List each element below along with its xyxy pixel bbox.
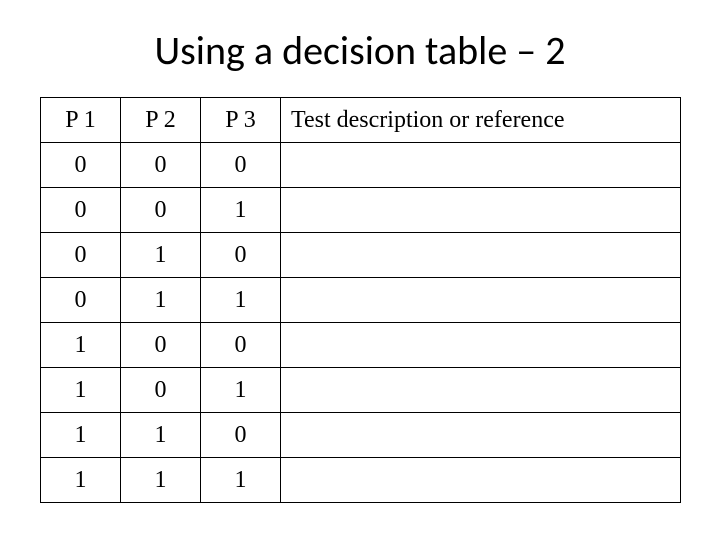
cell-p2: 0 bbox=[121, 188, 201, 233]
col-header-p3: P 3 bbox=[201, 98, 281, 143]
cell-p1: 0 bbox=[41, 188, 121, 233]
cell-p2: 1 bbox=[121, 413, 201, 458]
col-header-desc: Test description or reference bbox=[281, 98, 681, 143]
cell-p2: 0 bbox=[121, 323, 201, 368]
table-row: 1 0 0 bbox=[41, 323, 681, 368]
cell-p1: 1 bbox=[41, 368, 121, 413]
cell-p3: 0 bbox=[201, 233, 281, 278]
table-header-row: P 1 P 2 P 3 Test description or referenc… bbox=[41, 98, 681, 143]
cell-desc bbox=[281, 233, 681, 278]
cell-p3: 0 bbox=[201, 323, 281, 368]
cell-p2: 1 bbox=[121, 278, 201, 323]
cell-p1: 1 bbox=[41, 458, 121, 503]
col-header-p1: P 1 bbox=[41, 98, 121, 143]
cell-desc bbox=[281, 458, 681, 503]
cell-desc bbox=[281, 188, 681, 233]
cell-desc bbox=[281, 323, 681, 368]
cell-p1: 1 bbox=[41, 413, 121, 458]
cell-p3: 1 bbox=[201, 458, 281, 503]
cell-p2: 0 bbox=[121, 143, 201, 188]
cell-p2: 0 bbox=[121, 368, 201, 413]
table-row: 0 1 0 bbox=[41, 233, 681, 278]
cell-p3: 1 bbox=[201, 368, 281, 413]
slide: Using a decision table – 2 P 1 P 2 P 3 T… bbox=[0, 0, 720, 540]
cell-p3: 0 bbox=[201, 413, 281, 458]
cell-desc bbox=[281, 278, 681, 323]
cell-p1: 0 bbox=[41, 278, 121, 323]
table-row: 0 0 0 bbox=[41, 143, 681, 188]
table-row: 0 1 1 bbox=[41, 278, 681, 323]
decision-table: P 1 P 2 P 3 Test description or referenc… bbox=[40, 97, 681, 503]
cell-p1: 1 bbox=[41, 323, 121, 368]
cell-p3: 1 bbox=[201, 188, 281, 233]
cell-p1: 0 bbox=[41, 143, 121, 188]
cell-desc bbox=[281, 143, 681, 188]
table-row: 1 1 0 bbox=[41, 413, 681, 458]
cell-desc bbox=[281, 413, 681, 458]
table-row: 1 0 1 bbox=[41, 368, 681, 413]
cell-p2: 1 bbox=[121, 458, 201, 503]
table-row: 0 0 1 bbox=[41, 188, 681, 233]
cell-p2: 1 bbox=[121, 233, 201, 278]
page-title: Using a decision table – 2 bbox=[40, 26, 680, 75]
table-row: 1 1 1 bbox=[41, 458, 681, 503]
cell-desc bbox=[281, 368, 681, 413]
cell-p3: 0 bbox=[201, 143, 281, 188]
col-header-p2: P 2 bbox=[121, 98, 201, 143]
cell-p1: 0 bbox=[41, 233, 121, 278]
cell-p3: 1 bbox=[201, 278, 281, 323]
